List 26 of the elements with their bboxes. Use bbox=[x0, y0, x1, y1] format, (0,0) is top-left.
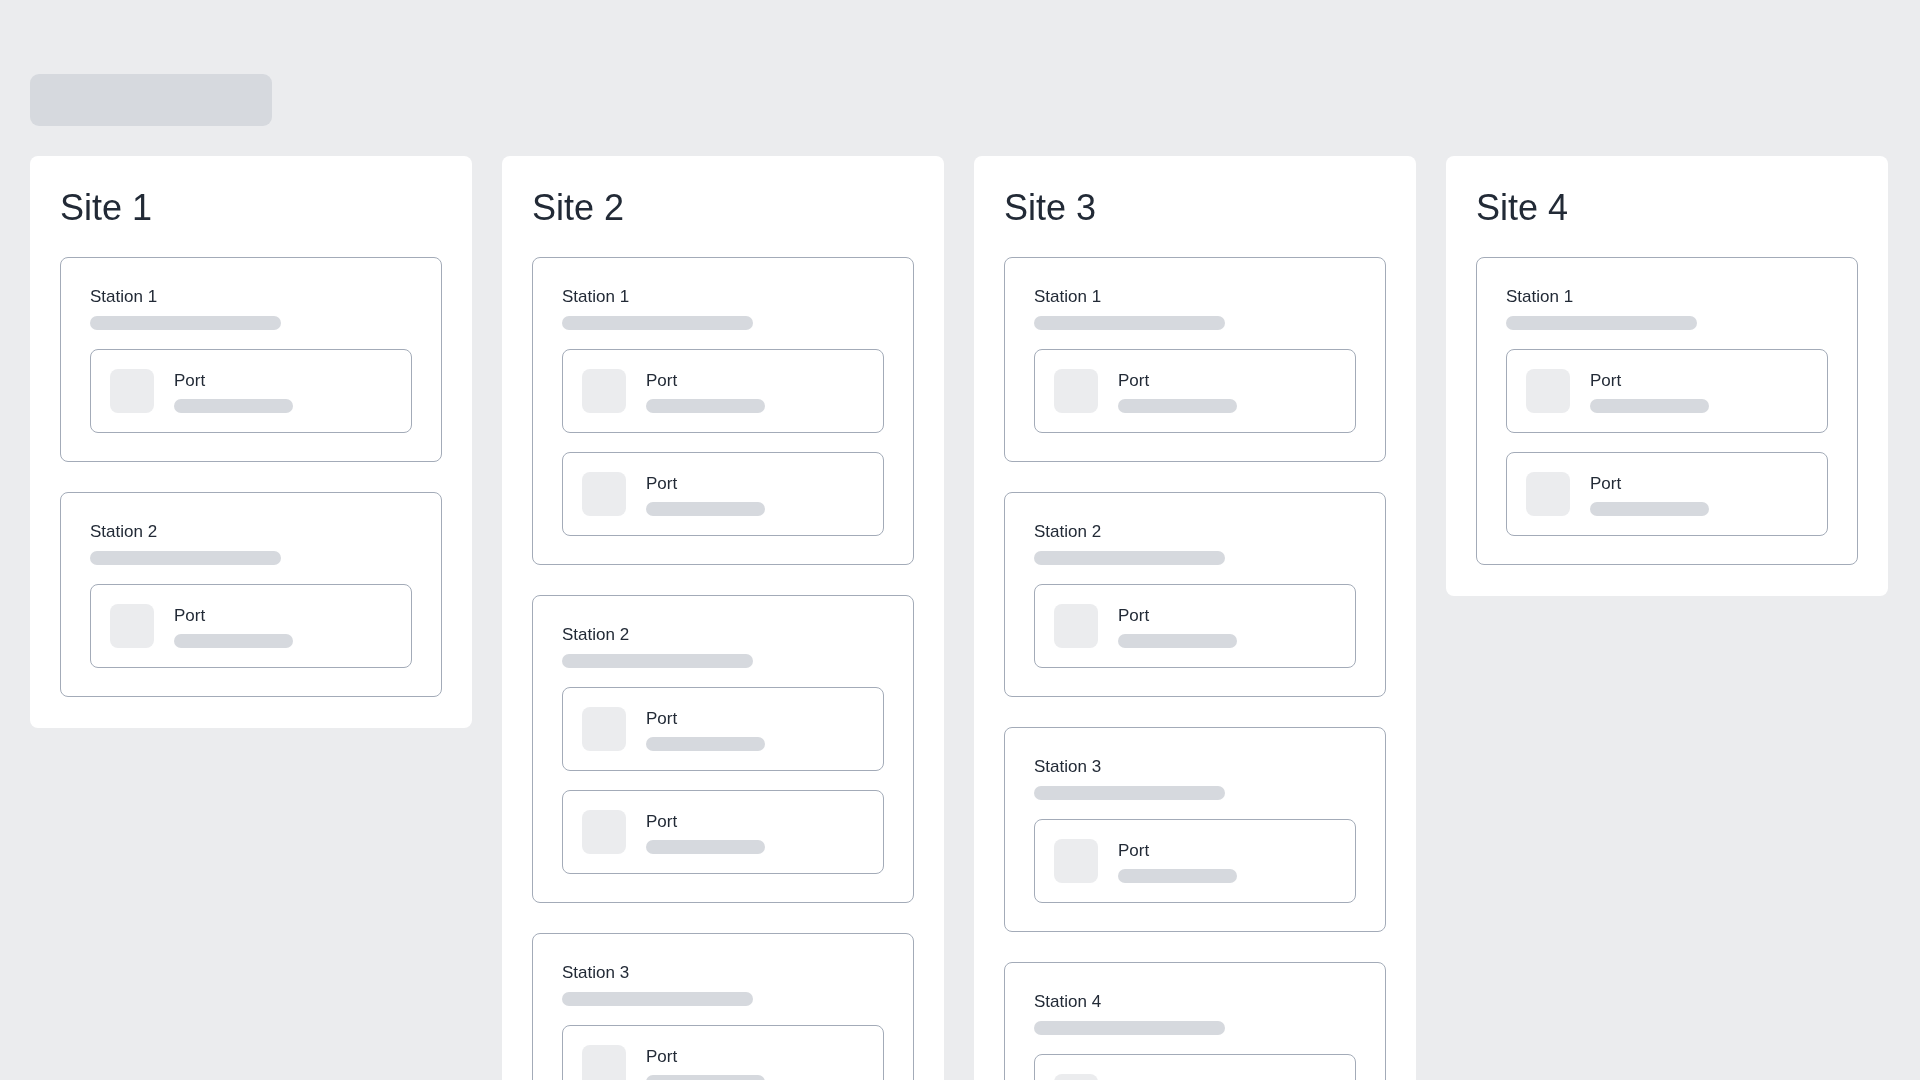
station-name: Station 1 bbox=[90, 287, 159, 307]
port-label: Port bbox=[1590, 370, 1623, 391]
site-title: Site 4 bbox=[1476, 186, 1570, 230]
station-name: Station 2 bbox=[562, 625, 631, 645]
station-name: Station 1 bbox=[562, 287, 631, 307]
site-title: Site 3 bbox=[1004, 186, 1098, 230]
station-name: Station 3 bbox=[1034, 757, 1103, 777]
site-title: Site 1 bbox=[60, 186, 154, 230]
port-label: Port bbox=[646, 1046, 679, 1067]
station-name: Station 1 bbox=[1034, 287, 1103, 307]
site-title: Site 2 bbox=[532, 186, 626, 230]
station-name: Station 4 bbox=[1034, 992, 1103, 1012]
station-name: Station 2 bbox=[1034, 522, 1103, 542]
port-label: Port bbox=[174, 370, 207, 391]
station-name: Station 3 bbox=[562, 963, 631, 983]
port-label: Port bbox=[174, 605, 207, 626]
port-label: Port bbox=[1118, 370, 1151, 391]
station-name: Station 1 bbox=[1506, 287, 1575, 307]
port-label: Port bbox=[1118, 605, 1151, 626]
port-label: Port bbox=[646, 811, 679, 832]
port-label: Port bbox=[646, 708, 679, 729]
port-label: Port bbox=[646, 370, 679, 391]
station-name: Station 2 bbox=[90, 522, 159, 542]
port-label: Port bbox=[1590, 473, 1623, 494]
port-label: Port bbox=[1118, 840, 1151, 861]
port-label: Port bbox=[646, 473, 679, 494]
